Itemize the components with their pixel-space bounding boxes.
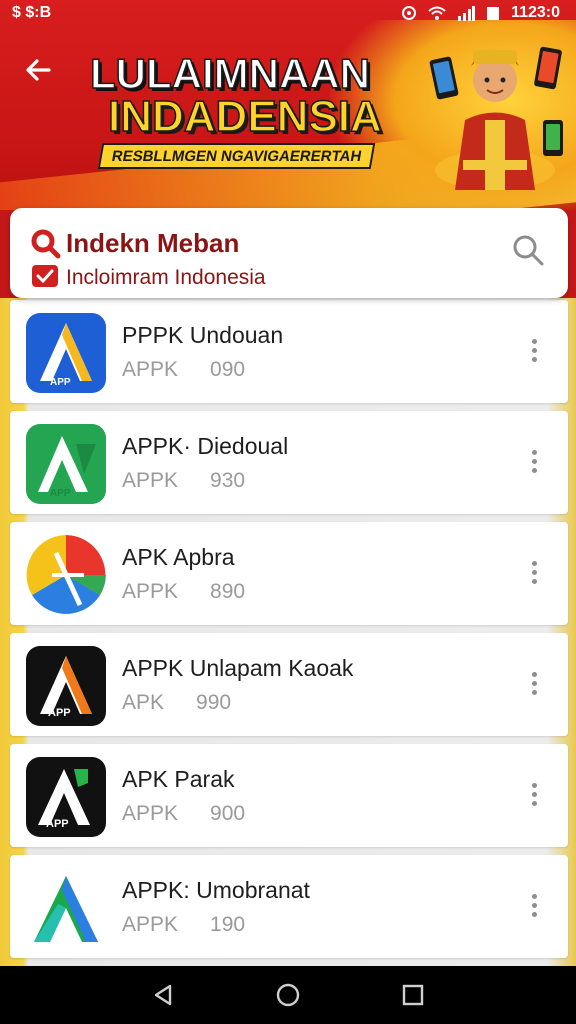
search-magnifier-icon xyxy=(513,235,544,266)
svg-text:APP: APP xyxy=(50,377,71,388)
list-item[interactable]: APPK: Umobranat APPK 190 xyxy=(10,855,568,958)
banner-title-line1: LULAIMNAAN xyxy=(89,49,370,98)
app-icon: APP xyxy=(26,757,106,837)
search-card[interactable]: Indekn Meban Incloimram Indonesia xyxy=(10,208,568,298)
svg-text:APP: APP xyxy=(50,488,71,499)
banner-title-line2: INDADENSIA xyxy=(107,91,382,142)
app-count: 890 xyxy=(210,580,246,603)
back-arrow-icon xyxy=(26,59,51,81)
app-list: APP PPPK Undouan APPK 090 APP APPK· Died… xyxy=(10,300,568,966)
app-count: 990 xyxy=(196,691,232,714)
app-label: APPK xyxy=(122,580,179,603)
app-name: PPPK Undouan xyxy=(122,322,284,348)
app-meta: APPK 090 xyxy=(122,358,245,382)
wifi-icon xyxy=(428,6,446,20)
status-left-text: $ $:B xyxy=(12,4,52,21)
status-right-group: 1123:0 xyxy=(401,4,560,22)
header-banner: LULAIMNAAN INDADENSIA RESBLLMGEN NGAVIGA… xyxy=(0,0,576,210)
app-count: 190 xyxy=(210,913,246,936)
nav-recents-button[interactable] xyxy=(393,975,433,1015)
search-title: Indekn Meban xyxy=(66,228,240,258)
app-name: APPK Unlapam Kaoak xyxy=(122,655,354,681)
app-icon xyxy=(26,535,106,615)
nav-home-button[interactable] xyxy=(268,975,308,1015)
app-meta: APPK 930 xyxy=(122,469,245,493)
app-count: 090 xyxy=(210,358,246,381)
app-label: APPK xyxy=(122,913,179,936)
app-icon xyxy=(26,868,106,948)
search-icon xyxy=(31,229,61,259)
more-options-button[interactable] xyxy=(522,328,546,372)
more-options-button[interactable] xyxy=(522,772,546,816)
more-options-button[interactable] xyxy=(522,883,546,927)
app-count: 900 xyxy=(210,802,246,825)
search-button[interactable] xyxy=(508,230,548,270)
app-meta: APK 990 xyxy=(122,691,231,715)
list-item[interactable]: APP APPK Unlapam Kaoak APK 990 xyxy=(10,633,568,736)
list-item[interactable]: APP APK Parak APPK 900 xyxy=(10,744,568,847)
app-name: APPK: Umobranat xyxy=(122,877,310,903)
nav-home-icon xyxy=(276,983,300,1007)
app-label: APK xyxy=(122,691,165,714)
app-meta: APPK 190 xyxy=(122,913,245,937)
mascot-illustration xyxy=(429,46,563,190)
signal-icon xyxy=(458,6,476,21)
app-label: APPK xyxy=(122,802,179,825)
status-time: 1123:0 xyxy=(511,4,560,21)
more-options-button[interactable] xyxy=(522,550,546,594)
back-button[interactable] xyxy=(18,50,58,90)
check-icon xyxy=(32,265,58,287)
status-bar: $ $:B 1123:0 xyxy=(0,0,576,26)
app-name: APK Parak xyxy=(122,766,235,792)
app-meta: APPK 890 xyxy=(122,580,245,604)
svg-text:APP: APP xyxy=(46,818,69,830)
nav-recents-icon xyxy=(403,984,424,1006)
search-subtitle: Incloimram Indonesia xyxy=(66,266,266,289)
system-nav-bar xyxy=(0,966,576,1024)
list-item[interactable]: APK Apbra APPK 890 xyxy=(10,522,568,625)
more-options-button[interactable] xyxy=(522,661,546,705)
svg-text:APP: APP xyxy=(48,707,71,719)
app-label: APPK xyxy=(122,358,179,381)
list-item[interactable]: APP APPK· Diedoual APPK 930 xyxy=(10,411,568,514)
app-icon: APP xyxy=(26,424,106,504)
app-name: APPK· Diedoual xyxy=(122,433,289,459)
list-item[interactable]: APP PPPK Undouan APPK 090 xyxy=(10,300,568,403)
app-meta: APPK 900 xyxy=(122,802,245,826)
app-label: APPK xyxy=(122,469,179,492)
more-options-button[interactable] xyxy=(522,439,546,483)
app-name: APK Apbra xyxy=(122,544,235,570)
battery-icon xyxy=(487,7,500,20)
nav-back-icon xyxy=(154,984,171,1006)
app-icon: APP xyxy=(26,646,106,726)
app-icon: APP xyxy=(26,313,106,393)
nav-back-button[interactable] xyxy=(143,975,183,1015)
banner-subtitle: RESBLLMGEN NGAVIGAERERTAH xyxy=(97,143,376,169)
notification-icon xyxy=(402,6,417,20)
app-count: 930 xyxy=(210,469,246,492)
